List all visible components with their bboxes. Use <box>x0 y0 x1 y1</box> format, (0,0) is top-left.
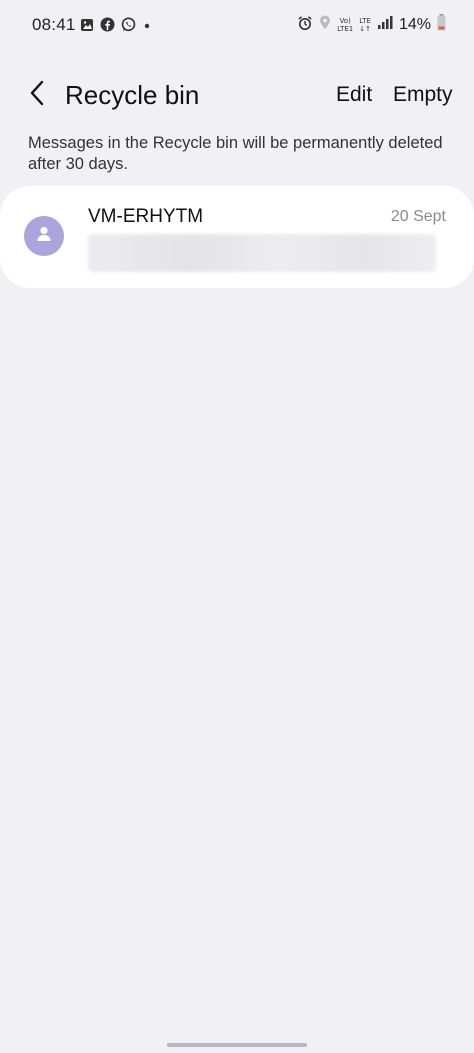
home-indicator[interactable] <box>167 1043 307 1047</box>
whatsapp-icon <box>121 17 136 37</box>
more-notifications-icon <box>142 18 152 36</box>
recycle-bin-notice: Messages in the Recycle bin will be perm… <box>28 134 443 173</box>
gallery-icon <box>80 18 94 37</box>
message-item[interactable]: VM-ERHYTM 20 Sept <box>0 186 474 288</box>
edit-button[interactable]: Edit <box>336 83 372 107</box>
facebook-icon <box>100 17 115 37</box>
page-title: Recycle bin <box>65 80 200 110</box>
volte-indicator: Vo) LTE1 <box>337 17 353 33</box>
volte-bottom-label: LTE1 <box>337 25 354 33</box>
system-icons: Vo) LTE1 LTE ↓↑ 14% <box>297 14 446 36</box>
person-icon <box>34 224 54 249</box>
status-time: 08:41 <box>32 15 76 34</box>
battery-percent: 14% <box>398 16 431 33</box>
app-bar: Recycle bin Edit Empty <box>0 60 474 132</box>
battery-icon <box>437 14 446 36</box>
signal-icon <box>377 15 393 35</box>
alarm-icon <box>297 15 313 36</box>
back-arrow-icon <box>29 80 45 111</box>
lte-indicator: LTE ↓↑ <box>359 17 371 33</box>
location-icon <box>319 15 331 35</box>
volte-top-label: Vo) <box>339 17 351 25</box>
empty-button[interactable]: Empty <box>393 83 453 107</box>
back-button[interactable] <box>22 80 52 110</box>
data-arrows-icon: ↓↑ <box>359 25 371 33</box>
lte-label: LTE <box>359 17 371 25</box>
message-preview-blurred <box>88 234 436 272</box>
message-date: 20 Sept <box>390 208 446 225</box>
status-bar: 08:41 Vo) LTE1 LTE ↓↑ 14% <box>0 0 474 52</box>
avatar <box>24 216 64 256</box>
notification-icons <box>80 17 152 37</box>
message-sender: VM-ERHYTM <box>88 206 204 227</box>
